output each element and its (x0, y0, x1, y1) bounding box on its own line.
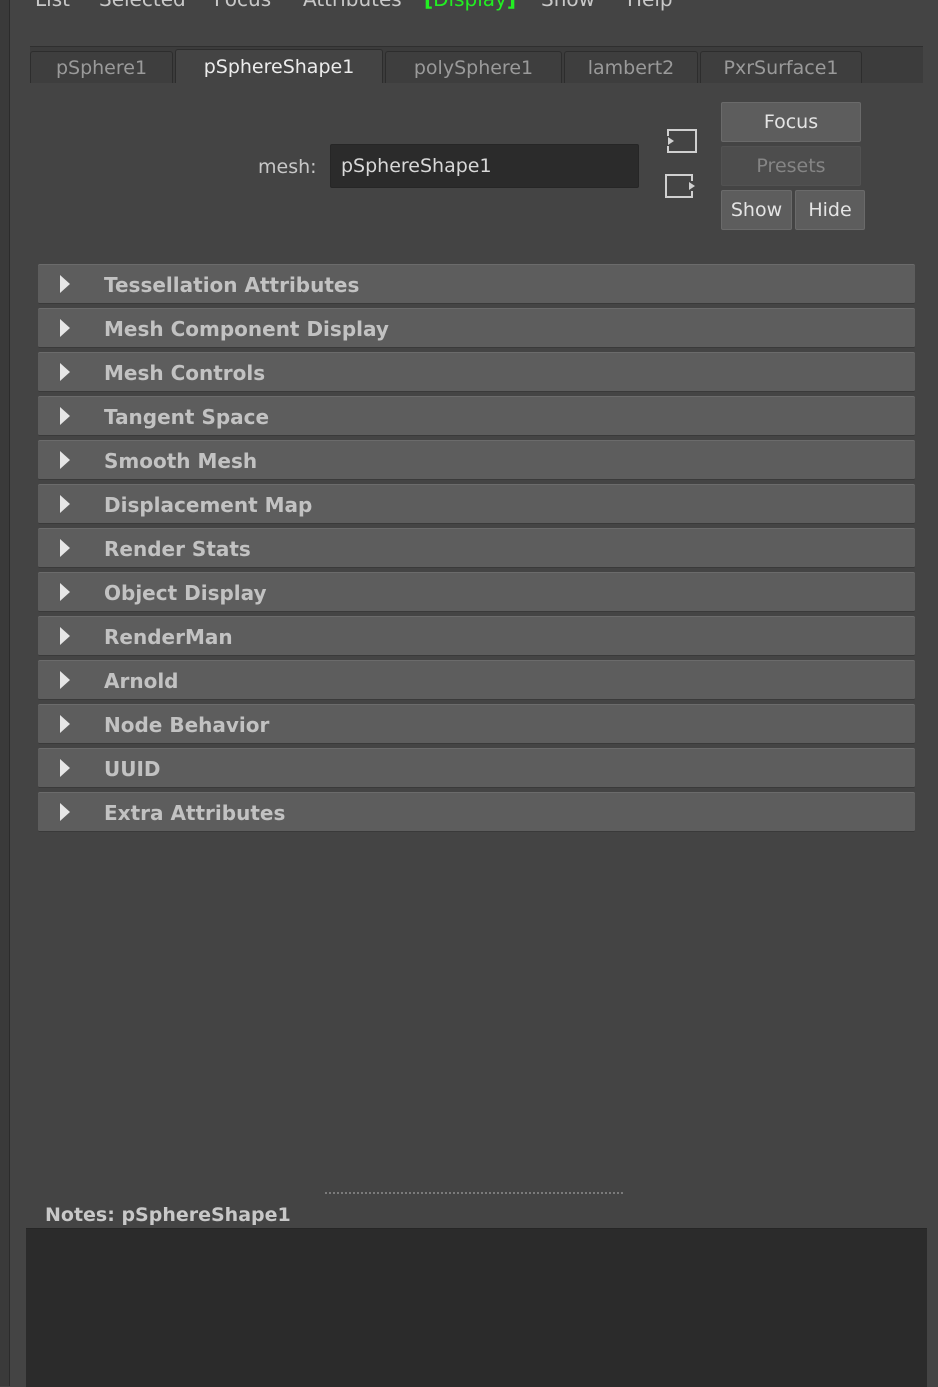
tab-polysphere1[interactable]: polySphere1 (385, 51, 562, 83)
expand-arrow-icon (60, 407, 70, 425)
hide-button[interactable]: Hide (795, 190, 865, 230)
section-label: Arnold (104, 669, 179, 693)
section-smooth-mesh[interactable]: Smooth Mesh (38, 440, 915, 480)
expand-arrow-icon (60, 715, 70, 733)
tab-pxrsurface1[interactable]: PxrSurface1 (700, 51, 862, 83)
menubar: List Selected Focus Attributes [Display]… (10, 0, 938, 11)
mesh-name-field[interactable]: pSphereShape1 (330, 144, 639, 188)
expand-arrow-icon (60, 803, 70, 821)
expand-arrow-icon (60, 671, 70, 689)
section-displacement-map[interactable]: Displacement Map (38, 484, 915, 524)
section-arnold[interactable]: Arnold (38, 660, 915, 700)
menu-attributes[interactable]: Attributes (303, 0, 402, 11)
menu-list[interactable]: List (35, 0, 70, 11)
section-node-behavior[interactable]: Node Behavior (38, 704, 915, 744)
section-mesh-component-display[interactable]: Mesh Component Display (38, 308, 915, 348)
section-label: Tessellation Attributes (104, 273, 360, 297)
section-render-stats[interactable]: Render Stats (38, 528, 915, 568)
section-mesh-controls[interactable]: Mesh Controls (38, 352, 915, 392)
menu-display[interactable]: [Display] (424, 0, 516, 11)
section-label: Mesh Controls (104, 361, 266, 385)
presets-button[interactable]: Presets (721, 146, 861, 186)
expand-arrow-icon (60, 275, 70, 293)
notes-splitter-handle[interactable] (325, 1192, 623, 1194)
expand-arrow-icon (60, 583, 70, 601)
section-label: Render Stats (104, 537, 251, 561)
section-renderman[interactable]: RenderMan (38, 616, 915, 656)
mesh-label: mesh: (258, 156, 317, 178)
section-extra-attributes[interactable]: Extra Attributes (38, 792, 915, 832)
section-tangent-space[interactable]: Tangent Space (38, 396, 915, 436)
expand-arrow-icon (60, 451, 70, 469)
section-label: Mesh Component Display (104, 317, 389, 341)
tab-psphereshape1[interactable]: pSphereShape1 (175, 49, 383, 83)
expand-arrow-icon (60, 363, 70, 381)
section-label: RenderMan (104, 625, 233, 649)
node-tab-bar: pSphere1 pSphereShape1 polySphere1 lambe… (30, 46, 923, 83)
section-object-display[interactable]: Object Display (38, 572, 915, 612)
expand-arrow-icon (60, 319, 70, 337)
menu-help[interactable]: Help (627, 0, 673, 11)
section-uuid[interactable]: UUID (38, 748, 915, 788)
expand-arrow-icon (60, 495, 70, 513)
notes-label: Notes: pSphereShape1 (45, 1204, 291, 1226)
section-tessellation-attributes[interactable]: Tessellation Attributes (38, 264, 915, 304)
menu-display-label: Display (433, 0, 507, 11)
section-label: Extra Attributes (104, 801, 286, 825)
expand-arrow-icon (60, 539, 70, 557)
expand-arrow-icon (60, 627, 70, 645)
expand-arrow-icon (60, 759, 70, 777)
tab-lambert2[interactable]: lambert2 (564, 51, 698, 83)
go-to-input-icon[interactable] (664, 126, 698, 156)
show-button[interactable]: Show (721, 190, 792, 230)
focus-button[interactable]: Focus (721, 102, 861, 142)
section-label: Smooth Mesh (104, 449, 258, 473)
section-label: Displacement Map (104, 493, 313, 517)
menu-selected[interactable]: Selected (99, 0, 186, 11)
section-label: Node Behavior (104, 713, 270, 737)
left-panel-edge (0, 0, 10, 1386)
section-label: UUID (104, 757, 161, 781)
notes-textarea[interactable] (26, 1228, 927, 1387)
tab-psphere1[interactable]: pSphere1 (30, 51, 173, 83)
menu-focus[interactable]: Focus (214, 0, 271, 11)
go-to-output-icon[interactable] (664, 171, 698, 201)
section-label: Tangent Space (104, 405, 270, 429)
menu-show[interactable]: Show (541, 0, 595, 11)
section-label: Object Display (104, 581, 267, 605)
